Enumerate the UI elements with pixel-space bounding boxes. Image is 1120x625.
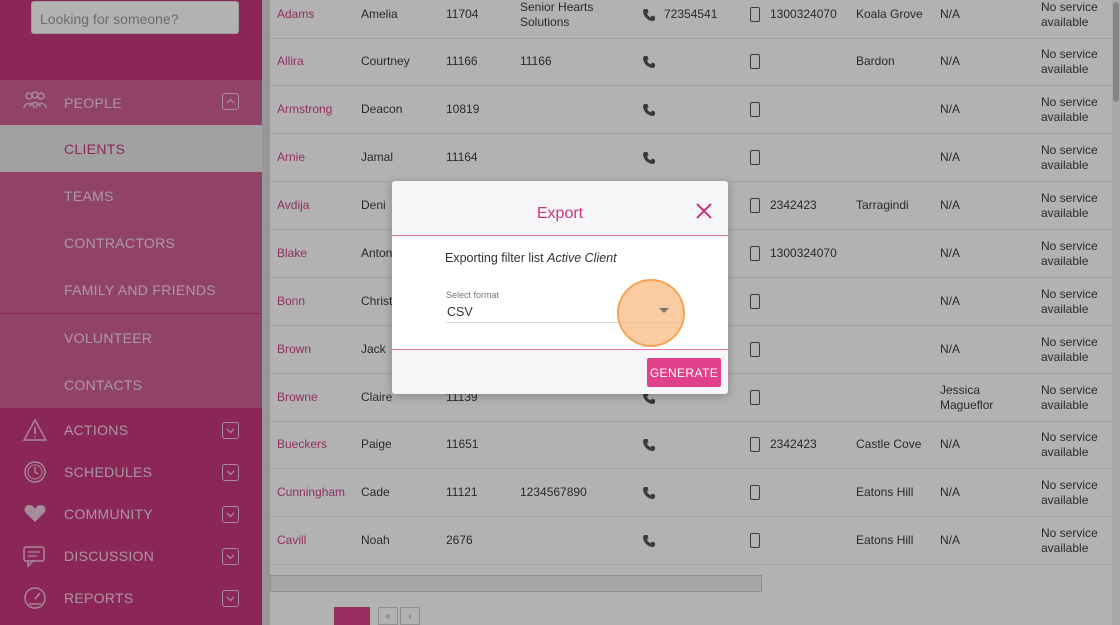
export-description: Exporting filter list Active Client	[445, 251, 617, 265]
click-highlight	[617, 279, 685, 347]
dropdown-caret-icon[interactable]	[659, 308, 669, 313]
close-icon[interactable]	[694, 201, 714, 221]
generate-button[interactable]: GENERATE	[647, 358, 721, 387]
export-dialog: Export Exporting filter list Active Clie…	[392, 181, 728, 394]
modal-header: Export	[392, 181, 728, 236]
modal-title: Export	[536, 205, 584, 222]
format-select-label: Select format	[446, 290, 500, 300]
export-prefix: Exporting filter list	[445, 251, 548, 265]
format-select-value: CSV	[447, 305, 473, 319]
export-filter-name: Active Client	[547, 251, 617, 265]
